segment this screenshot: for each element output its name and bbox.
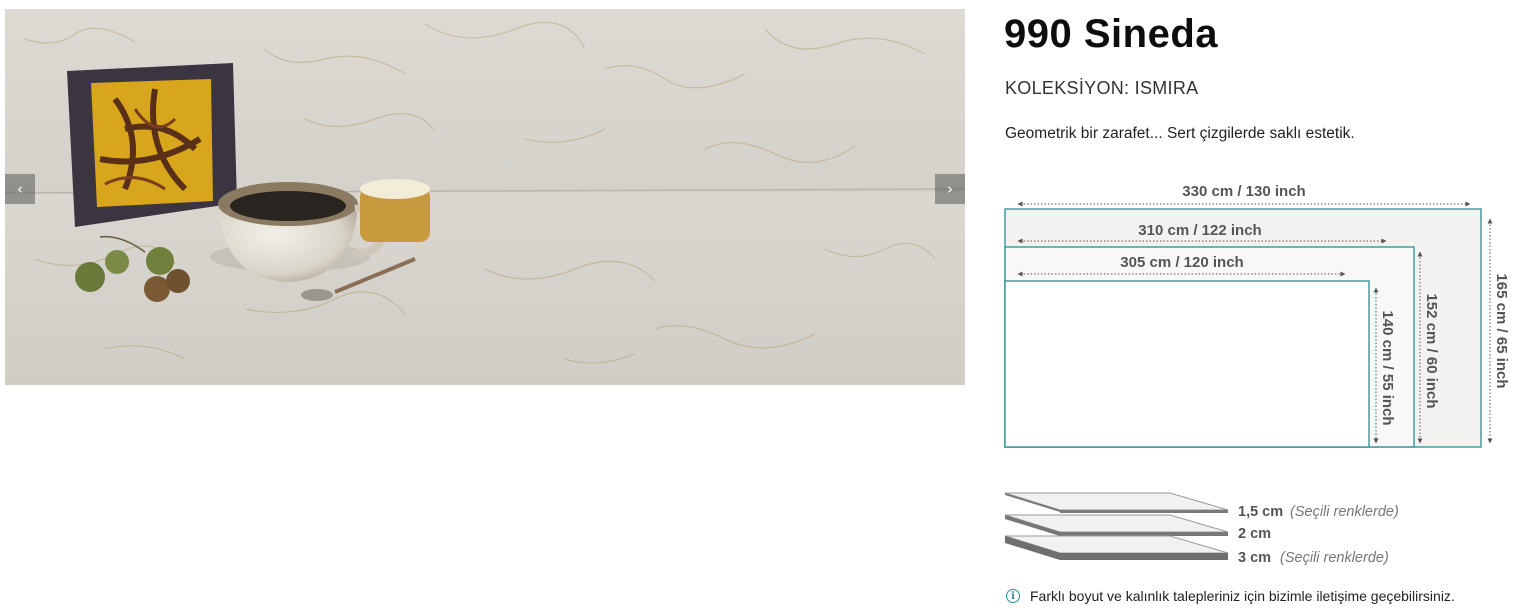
product-collection: KOLEKSİYON: ISMIRA <box>1005 78 1199 98</box>
large-height-label: 165 cm / 65 inch <box>1493 273 1510 388</box>
thickness-3-value: 3 cm <box>1238 550 1271 566</box>
candle-glass <box>360 179 430 242</box>
product-photo <box>5 9 965 385</box>
chevron-left-icon: ‹ <box>17 180 23 198</box>
small-slab-shape <box>1004 280 1370 448</box>
medium-width-label: 310 cm / 122 inch <box>1138 222 1261 239</box>
small-height-label: 140 cm / 55 inch <box>1379 310 1396 425</box>
contact-info-text: Farklı boyut ve kalınlık talepleriniz iç… <box>1030 588 1455 604</box>
small-width-label: 305 cm / 120 inch <box>1120 254 1243 271</box>
product-tagline: Geometrik bir zarafet... Sert çizgilerde… <box>1005 125 1355 142</box>
contact-info-note: i Farklı boyut ve kalınlık talepleriniz … <box>1006 588 1455 604</box>
thickness-diagram: 1,5 cm (Seçili renklerde) 2 cm 3 cm (Seç… <box>1004 492 1399 566</box>
slab-dimensions-diagram: 330 cm / 130 inch 310 cm / 122 inch 305 … <box>1004 183 1510 448</box>
thickness-1-value: 1,5 cm <box>1238 504 1283 520</box>
framed-painting <box>67 63 237 227</box>
product-title: 990 Sineda <box>1004 12 1219 56</box>
thickness-2-value: 2 cm <box>1238 526 1271 542</box>
info-icon: i <box>1006 589 1020 603</box>
chevron-right-icon: › <box>947 180 953 198</box>
thickness-3-note: (Seçili renklerde) <box>1280 550 1389 566</box>
large-width-label: 330 cm / 130 inch <box>1182 183 1305 200</box>
gallery-prev-button[interactable]: ‹ <box>5 174 35 204</box>
medium-height-label: 152 cm / 60 inch <box>1423 293 1440 408</box>
thickness-1-note: (Seçili renklerde) <box>1290 504 1399 520</box>
product-image-gallery: ‹ › <box>5 9 965 385</box>
gallery-next-button[interactable]: › <box>935 174 965 204</box>
